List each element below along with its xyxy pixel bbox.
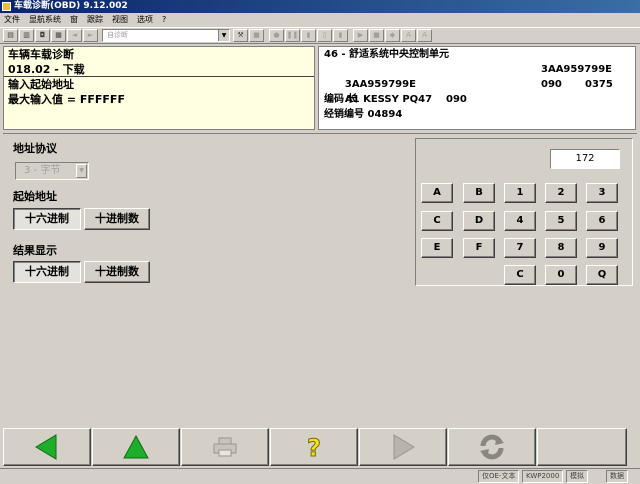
key-0[interactable]: 0 [545, 265, 577, 285]
record-icon[interactable]: ● [269, 29, 284, 42]
tools-icon[interactable]: ⚒ [233, 29, 248, 42]
key-d[interactable]: D [463, 211, 495, 231]
key-5[interactable]: 5 [545, 211, 577, 231]
start-address-hex-button[interactable]: 十六进制 [13, 208, 81, 230]
hardware-version: 0375 [585, 79, 613, 90]
menu-view[interactable]: 视图 [112, 13, 128, 26]
menu-window[interactable]: 窗 [70, 13, 78, 26]
key-1[interactable]: 1 [504, 183, 536, 203]
result-dec-button[interactable]: 十进制数 [84, 261, 150, 283]
status-protocol: KWP2000 [522, 470, 564, 483]
start-address-dec-button[interactable]: 十进制数 [84, 208, 150, 230]
part-number-2: 3AA959799E [541, 64, 613, 75]
key-7[interactable]: 7 [504, 238, 536, 258]
back-button[interactable] [3, 428, 91, 466]
key-b[interactable]: B [463, 183, 495, 203]
start-address-label: 起始地址 [13, 190, 57, 203]
function-combo-value: 自诊断 [107, 31, 128, 39]
menu-options[interactable]: 选项 [137, 13, 153, 26]
up-button[interactable] [92, 428, 180, 466]
address-protocol-label: 地址协议 [13, 142, 57, 155]
status-panel-right: 46 - 舒适系统中央控制单元 3AA959799E 3AA959799E A1… [318, 46, 636, 130]
help-button[interactable]: ? [270, 428, 358, 466]
toolbar: ▤ ▥ ◘ ▦ ◄ ► 自诊断 ▼ ⚒ ■ ● ❚❚ ▮ ▯ ▮ ▶ ■ ◆ A… [0, 27, 640, 44]
printer-icon [213, 437, 237, 457]
forward-button[interactable] [359, 428, 447, 466]
arrow-right-icon [393, 434, 415, 460]
step2-icon[interactable]: ▯ [317, 29, 332, 42]
font-a-icon[interactable]: A [401, 29, 416, 42]
info-left-line2: 018.02 - 下载 [4, 62, 314, 77]
chevron-down-icon[interactable]: ▼ [76, 164, 87, 178]
result-hex-button[interactable]: 十六进制 [13, 261, 81, 283]
key-4[interactable]: 4 [504, 211, 536, 231]
menu-trace[interactable]: 跟踪 [87, 13, 103, 26]
keypad-display: 172 [550, 149, 620, 169]
stop-icon[interactable]: ■ [249, 29, 264, 42]
arrow-up-icon [123, 434, 149, 459]
info-right-line5: 经销编号 04894 [324, 109, 403, 120]
help-icon: ? [307, 434, 322, 462]
info-left-line4: 最大输入值 = FFFFFF [8, 93, 125, 106]
app-icon [2, 2, 11, 11]
pause-icon[interactable]: ❚❚ [285, 29, 300, 42]
empty-slot [537, 428, 627, 466]
print-icon[interactable]: ▦ [51, 29, 66, 42]
forward-icon[interactable]: ► [83, 29, 98, 42]
software-version: 090 [541, 79, 562, 90]
info-right-line4: 编码 长 [324, 94, 358, 105]
save-icon[interactable]: ▥ [19, 29, 34, 42]
menu-nav-system[interactable]: 显航系统 [29, 13, 61, 26]
print-button[interactable] [181, 428, 269, 466]
status-simulation: 模拟 [566, 470, 588, 483]
key-e[interactable]: E [421, 238, 453, 258]
menu-bar: 文件 显航系统 窗 跟踪 视图 选项 ? [0, 13, 640, 26]
info-left-line3: 输入起始地址 [8, 78, 74, 91]
chevron-down-icon[interactable]: ▼ [218, 30, 229, 41]
main-window: 车载诊断(OBD) 9.12.002 文件 显航系统 窗 跟踪 视图 选项 ? … [0, 0, 640, 484]
info-right-line2: 3AA959799E 3AA959799E [319, 62, 635, 90]
font-a2-icon[interactable]: A [417, 29, 432, 42]
key-a[interactable]: A [421, 183, 453, 203]
key-f[interactable]: F [463, 238, 495, 258]
info-left-line1: 车辆车载诊断 [8, 48, 74, 61]
refresh-icon [480, 434, 504, 460]
key-2[interactable]: 2 [545, 183, 577, 203]
car-icon[interactable]: ◘ [35, 29, 50, 42]
key-quit[interactable]: Q [586, 265, 618, 285]
key-c[interactable]: C [421, 211, 453, 231]
key-clear[interactable]: C [504, 265, 536, 285]
key-3[interactable]: 3 [586, 183, 618, 203]
back-icon[interactable]: ◄ [67, 29, 82, 42]
title-bar: 车载诊断(OBD) 9.12.002 [0, 0, 640, 13]
main-area: 地址协议 3 - 字节 ▼ 起始地址 十六进制 十进制数 结果显示 十六进制 十… [3, 133, 637, 425]
address-protocol-select[interactable]: 3 - 字节 ▼ [15, 162, 89, 180]
result-display-label: 结果显示 [13, 244, 57, 257]
play-icon[interactable]: ▶ [353, 29, 368, 42]
menu-file[interactable]: 文件 [4, 13, 20, 26]
svg-text:?: ? [307, 434, 321, 461]
keypad: 172 A B 1 2 3 C D 4 5 6 E F 7 8 9 C 0 Q [415, 138, 633, 286]
key-8[interactable]: 8 [545, 238, 577, 258]
menu-help[interactable]: ? [162, 13, 166, 26]
status-text-mode: 仅OE-文本 [478, 470, 520, 483]
address-protocol-value: 3 - 字节 [24, 165, 61, 176]
status-panel-left: 车辆车载诊断 018.02 - 下载 输入起始地址 最大输入值 = FFFFFF [3, 46, 315, 130]
function-combo[interactable]: 自诊断 ▼ [102, 29, 230, 42]
stop2-icon[interactable]: ■ [369, 29, 384, 42]
open-icon[interactable]: ▤ [3, 29, 18, 42]
step3-icon[interactable]: ▮ [333, 29, 348, 42]
step-icon[interactable]: ▮ [301, 29, 316, 42]
info-right-line3: A1 KESSY PQ47 090 090 0375 [319, 77, 635, 105]
window-title: 车载诊断(OBD) 9.12.002 [14, 1, 128, 11]
key-9[interactable]: 9 [586, 238, 618, 258]
status-data: 数据 [606, 470, 628, 483]
info-right-line1: 46 - 舒适系统中央控制单元 [324, 49, 450, 60]
status-bar: 仅OE-文本 KWP2000 模拟 数据 [0, 468, 640, 484]
arrow-left-icon [35, 434, 57, 460]
refresh-button[interactable] [448, 428, 536, 466]
marker-icon[interactable]: ◆ [385, 29, 400, 42]
bottom-nav-bar: ? [3, 428, 637, 466]
key-6[interactable]: 6 [586, 211, 618, 231]
